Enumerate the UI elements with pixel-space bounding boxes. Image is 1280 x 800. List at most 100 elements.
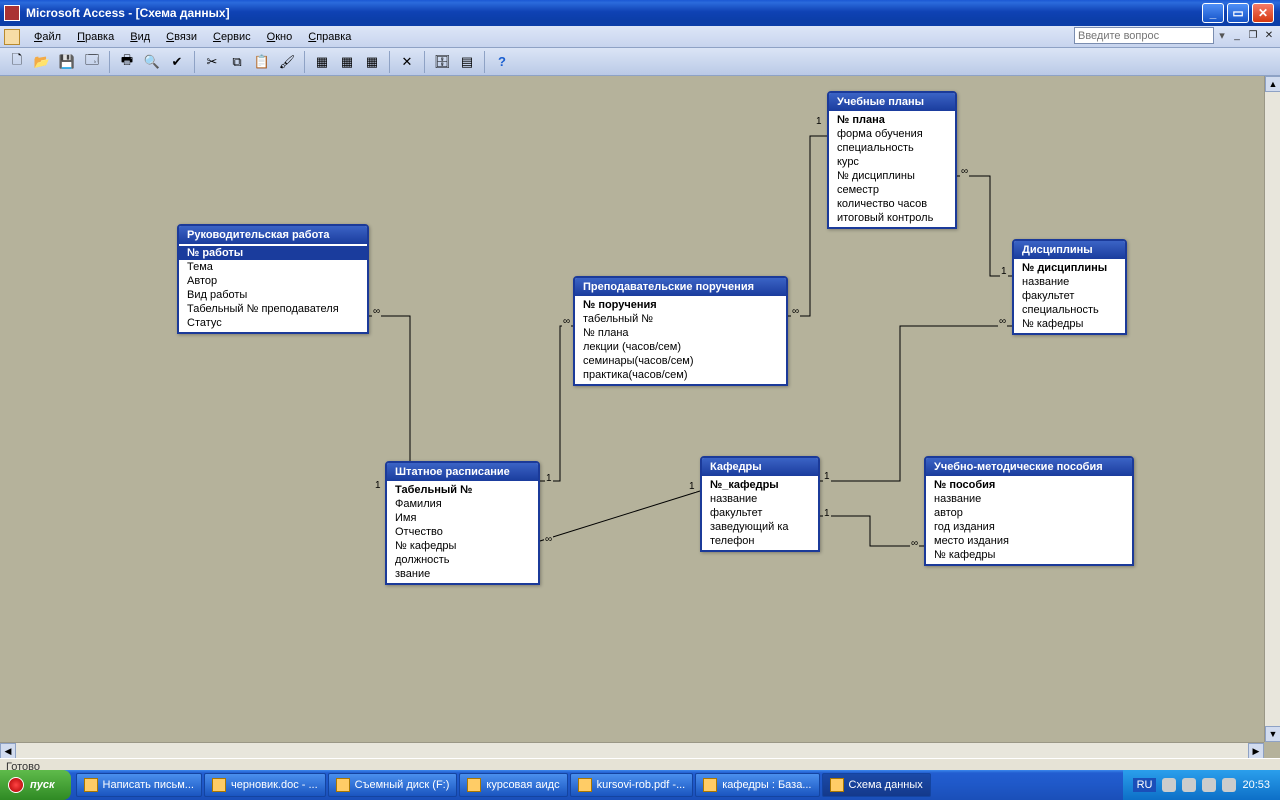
table-field[interactable]: № дисциплины <box>829 169 955 183</box>
table-field[interactable]: курс <box>829 155 955 169</box>
table-t3[interactable]: Учебные планы № планаформа обученияспециа… <box>827 91 957 229</box>
table-field[interactable]: факультет <box>702 506 818 520</box>
table-field[interactable]: количество часов <box>829 197 955 211</box>
table-field[interactable]: Тема <box>179 260 367 274</box>
new-icon[interactable]: 🗋 <box>6 51 28 73</box>
horizontal-scrollbar[interactable]: ◀ ▶ <box>0 742 1264 758</box>
table-field[interactable]: год издания <box>926 520 1132 534</box>
table-header[interactable]: Штатное расписание <box>387 463 538 481</box>
relationships-canvas[interactable]: ∞ 1 1 ∞ ∞ 1 ∞ 1 ∞ 1 1 ∞ 1 ∞ Руководитель… <box>0 76 1264 742</box>
taskbar-item[interactable]: кафедры : База... <box>695 773 819 797</box>
tray-icon[interactable] <box>1222 778 1236 792</box>
table-field[interactable]: № работы <box>179 246 367 260</box>
help-search-input[interactable] <box>1074 27 1214 44</box>
sub-restore-button[interactable]: ❐ <box>1246 29 1260 43</box>
print-icon[interactable]: 🖶 <box>116 51 138 73</box>
open-icon[interactable]: 📂 <box>31 51 53 73</box>
vertical-scrollbar[interactable]: ▲ ▼ <box>1264 76 1280 742</box>
show-direct-icon[interactable]: ▦ <box>336 51 358 73</box>
preview-icon[interactable]: 🔍 <box>141 51 163 73</box>
tray-icon[interactable] <box>1202 778 1216 792</box>
scroll-down-icon[interactable]: ▼ <box>1265 726 1280 742</box>
table-t4[interactable]: Дисциплины№ дисциплиныназваниефакультетс… <box>1012 239 1127 335</box>
table-t1[interactable]: Руководительская работа № работыТемаАвтор… <box>177 224 369 334</box>
menu-файл[interactable]: Файл <box>26 29 69 45</box>
print-tool-icon[interactable]: 🗔 <box>81 51 103 73</box>
copy-icon[interactable]: ⧉ <box>226 51 248 73</box>
table-header[interactable]: Кафедры <box>702 458 818 476</box>
table-field[interactable]: Фамилия <box>387 497 538 511</box>
table-field[interactable]: практика(часов/сем) <box>575 368 786 382</box>
table-header[interactable]: Руководительская работа <box>179 226 367 244</box>
table-field[interactable]: № дисциплины <box>1014 261 1125 275</box>
table-field[interactable]: лекции (часов/сем) <box>575 340 786 354</box>
tray-icon[interactable] <box>1162 778 1176 792</box>
table-field[interactable]: звание <box>387 567 538 581</box>
table-t2[interactable]: Преподавательские поручения№ порученията… <box>573 276 788 386</box>
table-field[interactable]: № поручения <box>575 298 786 312</box>
table-field[interactable]: название <box>926 492 1132 506</box>
sub-minimize-button[interactable]: _ <box>1230 29 1244 43</box>
table-t5[interactable]: Штатное расписаниеТабельный №ФамилияИмяО… <box>385 461 540 585</box>
close-button[interactable]: ✕ <box>1252 3 1274 23</box>
table-header[interactable]: Дисциплины <box>1014 241 1125 259</box>
menu-сервис[interactable]: Сервис <box>205 29 259 45</box>
spelling-icon[interactable]: ✔ <box>166 51 188 73</box>
help-dropdown-icon[interactable]: ▾ <box>1216 29 1228 42</box>
taskbar-item[interactable]: Написать письм... <box>76 773 202 797</box>
show-all-icon[interactable]: ▦ <box>361 51 383 73</box>
format-icon[interactable]: 🖌 <box>276 51 298 73</box>
taskbar-item[interactable]: kursovi-rob.pdf -... <box>570 773 694 797</box>
table-header[interactable]: Преподавательские поручения <box>575 278 786 296</box>
table-field[interactable]: итоговый контроль <box>829 211 955 225</box>
table-t7[interactable]: Учебно-методические пособия № пособияназв… <box>924 456 1134 566</box>
cut-icon[interactable]: ✂ <box>201 51 223 73</box>
table-field[interactable]: Имя <box>387 511 538 525</box>
table-field[interactable]: форма обучения <box>829 127 955 141</box>
taskbar-item[interactable]: Схема данных <box>822 773 931 797</box>
table-field[interactable]: телефон <box>702 534 818 548</box>
taskbar-item[interactable]: черновик.doc - ... <box>204 773 326 797</box>
table-field[interactable]: № кафедры <box>387 539 538 553</box>
table-field[interactable]: № кафедры <box>926 548 1132 562</box>
menu-связи[interactable]: Связи <box>158 29 205 45</box>
table-field[interactable]: семинары(часов/сем) <box>575 354 786 368</box>
table-field[interactable]: название <box>1014 275 1125 289</box>
table-field[interactable]: № пособия <box>926 478 1132 492</box>
scroll-right-icon[interactable]: ▶ <box>1248 743 1264 759</box>
table-field[interactable]: семестр <box>829 183 955 197</box>
paste-icon[interactable]: 📋 <box>251 51 273 73</box>
table-field[interactable]: факультет <box>1014 289 1125 303</box>
taskbar-item[interactable]: курсовая аидс <box>459 773 567 797</box>
menu-окно[interactable]: Окно <box>259 29 301 45</box>
maximize-button[interactable]: ▭ <box>1227 3 1249 23</box>
table-field[interactable]: название <box>702 492 818 506</box>
menu-вид[interactable]: Вид <box>122 29 158 45</box>
table-field[interactable]: место издания <box>926 534 1132 548</box>
table-field[interactable]: Вид работы <box>179 288 367 302</box>
table-field[interactable]: Автор <box>179 274 367 288</box>
help-icon[interactable]: ? <box>491 51 513 73</box>
show-table-icon[interactable]: ▦ <box>311 51 333 73</box>
delete-icon[interactable]: ✕ <box>396 51 418 73</box>
table-t6[interactable]: Кафедры№_кафедрыназваниефакультетзаведую… <box>700 456 820 552</box>
table-field[interactable]: № кафедры <box>1014 317 1125 331</box>
table-field[interactable]: Статус <box>179 316 367 330</box>
table-field[interactable]: специальность <box>829 141 955 155</box>
db-window-icon[interactable]: 🗄 <box>431 51 453 73</box>
table-field[interactable]: автор <box>926 506 1132 520</box>
sub-close-button[interactable]: ✕ <box>1262 29 1276 43</box>
scroll-up-icon[interactable]: ▲ <box>1265 76 1280 92</box>
minimize-button[interactable]: _ <box>1202 3 1224 23</box>
table-field[interactable]: Отчество <box>387 525 538 539</box>
table-header[interactable]: Учебные планы <box>829 93 955 111</box>
menu-правка[interactable]: Правка <box>69 29 122 45</box>
table-field[interactable]: № плана <box>829 113 955 127</box>
language-indicator[interactable]: RU <box>1133 778 1157 792</box>
menu-справка[interactable]: Справка <box>300 29 359 45</box>
table-field[interactable]: №_кафедры <box>702 478 818 492</box>
table-field[interactable]: должность <box>387 553 538 567</box>
table-header[interactable]: Учебно-методические пособия <box>926 458 1132 476</box>
start-button[interactable]: пуск <box>0 770 71 800</box>
tray-icon[interactable] <box>1182 778 1196 792</box>
